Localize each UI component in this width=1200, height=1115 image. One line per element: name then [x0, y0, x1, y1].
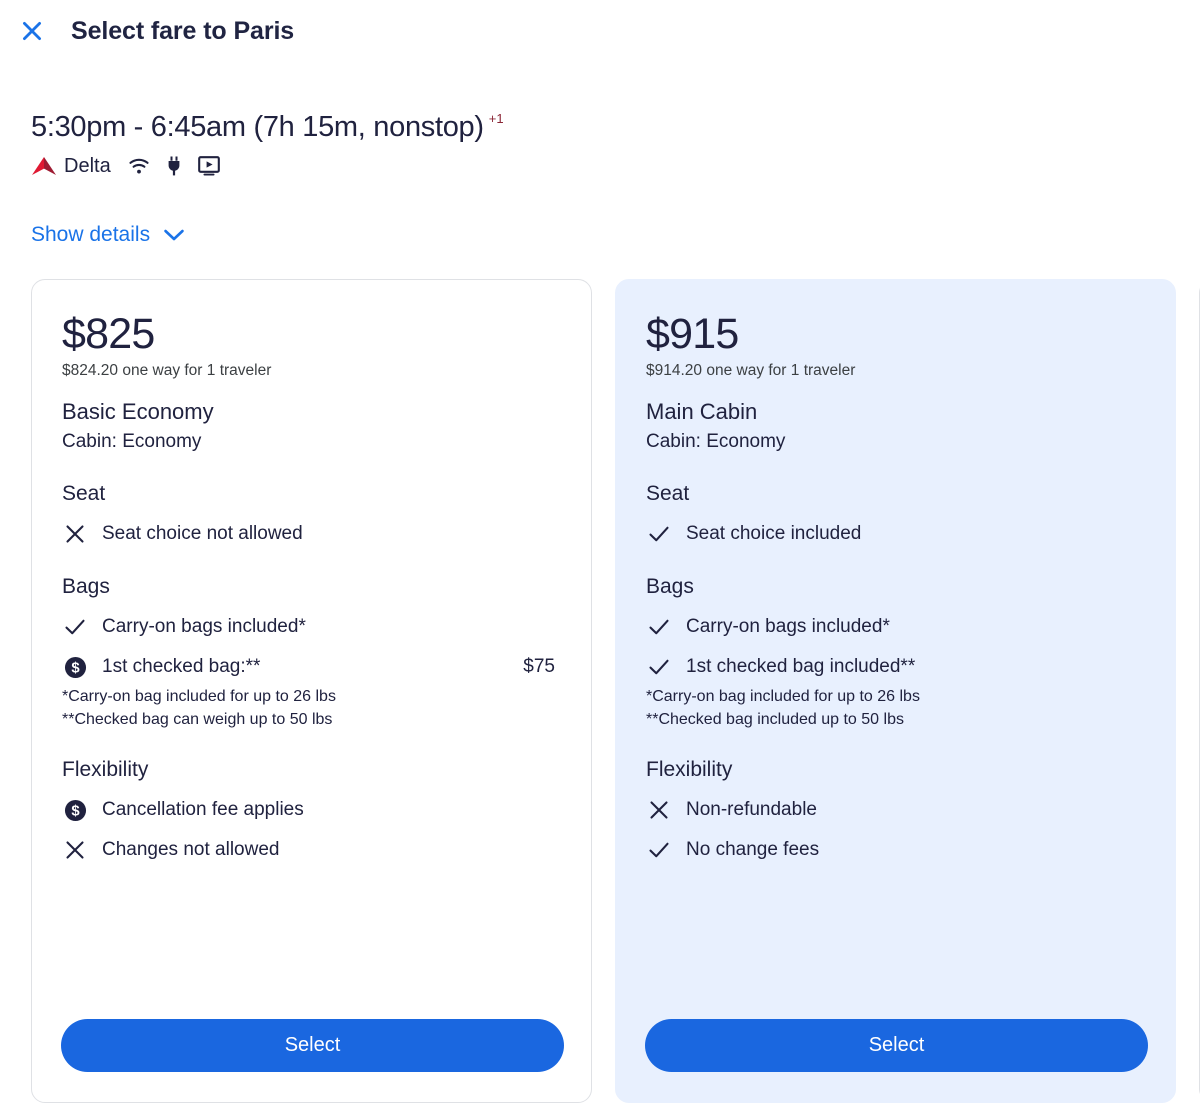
fare-feature-label: 1st checked bag:**	[102, 656, 261, 677]
fare-feature-label: Seat choice not allowed	[102, 523, 303, 544]
dollar-circle-icon: $	[62, 656, 88, 679]
fare-price: $825	[62, 310, 155, 358]
select-fare-button[interactable]: Select	[645, 1019, 1148, 1072]
dollar-circle-icon-glyph: $	[64, 799, 86, 821]
fare-feature-row: Non-refundable	[646, 797, 1145, 823]
flight-times: 5:30pm - 6:45am (7h 15m, nonstop)	[31, 111, 484, 143]
check-icon	[62, 615, 88, 639]
power-outlet-icon	[167, 156, 181, 176]
fare-feature-row: Seat choice not allowed	[62, 521, 561, 547]
fare-feature-label: 1st checked bag included**	[686, 656, 916, 677]
check-icon-glyph	[65, 619, 85, 635]
fare-feature-label: Cancellation fee applies	[102, 799, 304, 820]
x-icon-glyph	[66, 841, 84, 859]
fare-section-title: Seat	[646, 482, 690, 505]
fare-feature-label: Non-refundable	[686, 799, 817, 820]
fare-card: $825 $824.20 one way for 1 traveler Basic …	[31, 279, 592, 1103]
dollar-circle-icon: $	[62, 799, 88, 822]
delta-logo-icon	[31, 155, 57, 177]
fare-price: $915	[646, 310, 739, 358]
fare-feature-row: Carry-on bags included*	[62, 614, 561, 640]
page-header: Select fare to Paris	[0, 0, 1200, 62]
fare-feature-row: Seat choice included	[646, 521, 1145, 547]
x-icon-glyph	[650, 801, 668, 819]
fare-feature-row: Carry-on bags included*	[646, 614, 1145, 640]
close-icon-glyph	[23, 22, 41, 40]
close-icon[interactable]	[15, 14, 49, 48]
wifi-icon	[128, 157, 150, 175]
fare-feature-row: No change fees	[646, 837, 1145, 863]
airline-row: Delta	[31, 153, 731, 179]
chevron-down-icon-glyph	[164, 229, 184, 241]
check-icon	[646, 522, 672, 546]
show-details-toggle[interactable]: Show details	[31, 223, 185, 247]
fare-price-detail: $914.20 one way for 1 traveler	[646, 362, 856, 379]
fare-feature-label: Carry-on bags included*	[686, 616, 890, 637]
fare-section-title: Flexibility	[62, 758, 149, 781]
fare-section-title: Bags	[646, 575, 694, 598]
fare-feature-row: $ Cancellation fee applies	[62, 797, 561, 823]
fare-feature-label: No change fees	[686, 839, 820, 860]
x-icon	[62, 838, 88, 862]
fare-section-title: Seat	[62, 482, 106, 505]
fare-footnote: **Checked bag can weigh up to 50 lbs	[62, 711, 333, 728]
fare-feature-label: Seat choice included	[686, 523, 862, 544]
check-icon	[646, 615, 672, 639]
fare-name: Basic Economy	[62, 399, 214, 424]
fare-feature-row: $1st checked bag:** $75	[62, 654, 561, 680]
svg-text:$: $	[71, 803, 80, 819]
fare-selection-page: Select fare to Paris 5:30pm - 6:45am (7h…	[0, 0, 1200, 1115]
check-icon	[646, 655, 672, 679]
x-icon-glyph	[66, 525, 84, 543]
fare-card: $915 $914.20 one way for 1 traveler Main C…	[615, 279, 1176, 1103]
power-outlet-icon-glyph	[168, 156, 180, 176]
flight-summary: 5:30pm - 6:45am (7h 15m, nonstop) +1 Del…	[31, 108, 731, 179]
check-icon-glyph	[649, 526, 669, 542]
delta-logo-glyph	[32, 157, 56, 175]
in-flight-video-icon-glyph	[197, 156, 220, 176]
show-details-label: Show details	[31, 223, 151, 246]
check-icon-glyph	[649, 659, 669, 675]
in-flight-video-icon	[197, 156, 220, 176]
check-icon-glyph	[649, 619, 669, 635]
fare-card-list: $825 $824.20 one way for 1 traveler Basic …	[31, 279, 1200, 1103]
page-title: Select fare to Paris	[71, 16, 295, 45]
fare-feature-row: Changes not allowed	[62, 837, 561, 863]
chevron-down-icon	[163, 228, 185, 242]
check-icon-glyph	[649, 842, 669, 858]
plus-days-badge: +1	[488, 111, 504, 126]
check-icon	[646, 838, 672, 862]
svg-text:$: $	[71, 660, 80, 676]
fare-footnote: *Carry-on bag included for up to 26 lbs	[62, 688, 336, 705]
fare-feature-label: Carry-on bags included*	[102, 616, 306, 637]
fare-cabin: Cabin: Economy	[62, 431, 202, 452]
fare-cabin: Cabin: Economy	[646, 431, 786, 452]
wifi-icon-glyph	[129, 158, 149, 174]
flight-time-row: 5:30pm - 6:45am (7h 15m, nonstop) +1	[31, 108, 731, 146]
fare-price-detail: $824.20 one way for 1 traveler	[62, 362, 272, 379]
fare-footnote: *Carry-on bag included for up to 26 lbs	[646, 688, 920, 705]
fare-section-title: Bags	[62, 575, 110, 598]
fare-feature-label: Changes not allowed	[102, 839, 280, 860]
x-icon	[62, 522, 88, 546]
fare-feature-price: $75	[523, 656, 555, 677]
fare-feature-row: 1st checked bag included**	[646, 654, 1145, 680]
x-icon	[646, 798, 672, 822]
select-fare-button[interactable]: Select	[61, 1019, 564, 1072]
fare-name: Main Cabin	[646, 399, 758, 424]
airline-name: Delta	[64, 154, 111, 177]
fare-section-title: Flexibility	[646, 758, 733, 781]
fare-footnote: **Checked bag included up to 50 lbs	[646, 711, 904, 728]
dollar-circle-icon-glyph: $	[64, 656, 86, 678]
